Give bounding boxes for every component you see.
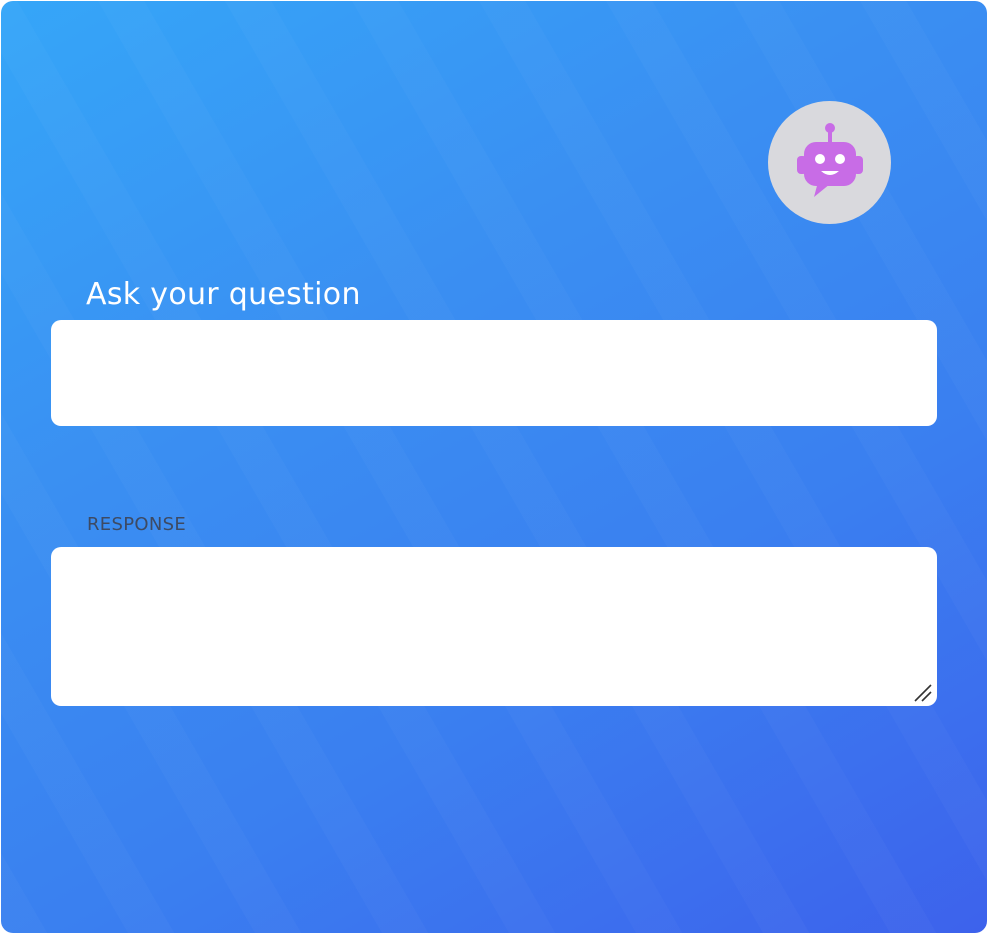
- chatbot-card: Ask your question RESPONSE: [1, 1, 987, 933]
- response-label: RESPONSE: [87, 514, 186, 535]
- resize-handle-icon[interactable]: [911, 681, 933, 703]
- bot-avatar: [768, 101, 891, 224]
- question-label: Ask your question: [86, 277, 361, 312]
- response-textarea[interactable]: [51, 547, 937, 706]
- robot-chat-icon: [796, 122, 863, 197]
- question-input[interactable]: [51, 320, 937, 426]
